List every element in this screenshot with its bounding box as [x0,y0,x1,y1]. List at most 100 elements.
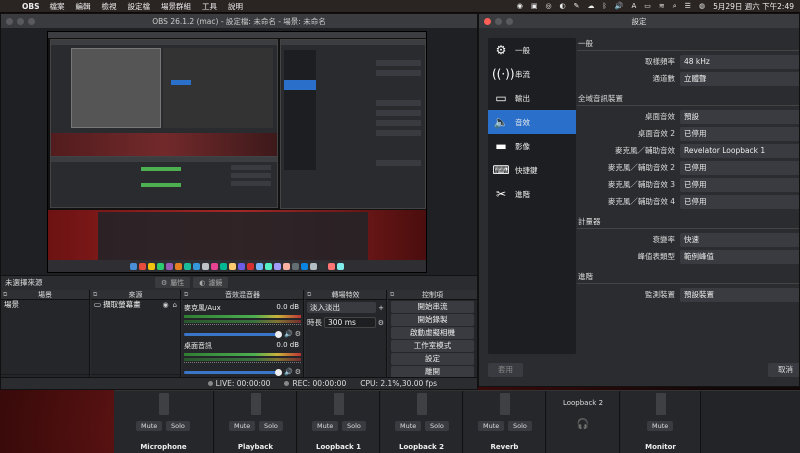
status-icon[interactable]: ✎ [574,2,580,10]
advanced-group: 監測裝置 預設裝置 [577,283,799,303]
source-item[interactable]: ▭ 擷取螢幕畫 ◉ ⌂ [91,300,180,310]
gear-icon[interactable]: ⚙ [295,368,301,376]
menu-help[interactable]: 說明 [228,1,243,12]
menu-profile[interactable]: 設定檔 [128,1,151,12]
bg-channel-loopback-2: Mute Solo Loopback 2 [381,391,463,453]
visibility-icon[interactable]: ◉ [162,300,168,310]
solo-button[interactable]: Solo [342,421,366,431]
bluetooth-icon[interactable]: ᛒ [603,2,607,10]
mute-button[interactable]: Mute [229,421,256,431]
scene-item[interactable]: 場景 [1,300,89,310]
search-icon[interactable]: ⌕ [673,2,677,11]
sidebar-item-advanced[interactable]: ✂ 進階 [488,182,576,206]
lock-icon[interactable]: ⌂ [173,300,177,310]
start-recording-button[interactable]: 開始錄製 [391,314,474,326]
gear-icon[interactable]: ⚙ [295,330,301,338]
channels-select[interactable]: 立體聲 [680,71,799,86]
menu-edit[interactable]: 編輯 [76,1,91,12]
sidebar-item-video[interactable]: ▬ 影像 [488,134,576,158]
volume-meter [184,315,301,318]
solo-button[interactable]: Solo [166,421,190,431]
mute-button[interactable]: Mute [136,421,163,431]
gear-icon: ⚙ [495,43,507,57]
apply-button[interactable]: 套用 [488,363,523,377]
fader[interactable] [251,393,261,415]
input-method-icon[interactable]: A [631,2,636,10]
desktop-audio-select[interactable]: 預設 [680,109,799,124]
cancel-button[interactable]: 取消 [768,363,799,377]
battery-icon[interactable]: ▭ [644,2,651,10]
dock-float-icon[interactable]: ⧉ [307,290,311,300]
menu-tools[interactable]: 工具 [202,1,217,12]
bg-channel-playback: Mute Solo Playback [215,391,297,453]
sidebar-item-label: 串流 [515,69,530,79]
status-icon[interactable]: ◎ [545,2,551,10]
desktop-audio-2-select[interactable]: 已停用 [680,126,799,141]
slider-knob[interactable] [275,368,282,376]
control-center-icon[interactable]: ☰ [685,2,691,10]
status-icon[interactable]: ◐ [560,2,566,10]
status-icon[interactable]: ▣ [531,2,538,10]
dock-float-icon[interactable]: ⧉ [93,290,97,300]
fader[interactable] [500,393,510,415]
menu-view[interactable]: 檢視 [102,1,117,12]
studio-mode-button[interactable]: 工作室模式 [391,340,474,352]
fader[interactable] [334,393,344,415]
menubar-clock[interactable]: 5月29日 週六 下午2:49 [713,1,794,12]
status-icon[interactable]: ◉ [517,2,523,10]
decay-rate-select[interactable]: 快速 [680,232,799,247]
settings-button[interactable]: 設定 [391,353,474,365]
mic-aux-3-select[interactable]: 已停用 [680,177,799,192]
properties-button[interactable]: ⚙ 屬性 [155,277,191,288]
speaker-icon[interactable]: 🔊 [284,368,293,376]
sidebar-item-general[interactable]: ⚙ 一般 [488,38,576,62]
duration-input[interactable]: 300 ms [324,317,376,328]
filters-button[interactable]: ◐ 濾鏡 [193,277,229,288]
preview-canvas[interactable] [47,31,427,273]
slider-knob[interactable] [275,330,282,338]
mic-aux-select[interactable]: Revelator Loopback 1 [680,143,799,158]
fader[interactable] [417,393,427,415]
wifi-icon[interactable]: ≋ [659,2,665,10]
sources-dock: ⧉來源 ▭ 擷取螢幕畫 ◉⌂ + − ⚙ ⌃ ⌄ [91,290,181,388]
sidebar-item-audio[interactable]: 🔈 音效 [488,110,576,134]
peak-meter-type-select[interactable]: 範例峰值 [680,249,799,264]
menu-scene-collection[interactable]: 場景群組 [161,1,191,12]
volume-slider[interactable] [184,368,282,376]
obs-title-bar: OBS 26.1.2 (mac) - 設定檔: 未命名 - 場景: 未命名 [1,14,477,28]
sidebar-item-output[interactable]: ▭ 輸出 [488,86,576,110]
fader[interactable] [159,393,169,415]
transition-select[interactable]: 淡入淡出 [307,302,377,313]
fader[interactable] [656,393,666,415]
mute-button[interactable]: Mute [312,421,339,431]
sample-rate-select[interactable]: 48 kHz [680,54,799,69]
solo-button[interactable]: Solo [259,421,283,431]
sidebar-item-hotkeys[interactable]: ⌨ 快捷鍵 [488,158,576,182]
add-icon[interactable]: + [378,304,384,312]
mute-button[interactable]: Mute [647,421,674,431]
mute-button[interactable]: Mute [395,421,422,431]
mute-button[interactable]: Mute [478,421,505,431]
mic-aux-2-select[interactable]: 已停用 [680,160,799,175]
dock-float-icon[interactable]: ⧉ [184,290,188,300]
dock-float-icon[interactable]: ⧉ [390,290,394,300]
solo-button[interactable]: Solo [508,421,532,431]
rec-status: REC: 00:00:00 [284,379,346,388]
menu-file[interactable]: 檔案 [50,1,65,12]
start-virtual-camera-button[interactable]: 啟動虛擬相機 [391,327,474,339]
start-streaming-button[interactable]: 開始串流 [391,301,474,313]
mic-aux-4-select[interactable]: 已停用 [680,194,799,209]
status-icon[interactable]: ☁ [588,2,595,10]
speaker-icon[interactable]: 🔊 [284,330,293,338]
menu-app-name[interactable]: OBS [22,2,40,11]
monitoring-device-select[interactable]: 預設裝置 [680,287,799,302]
dock-float-icon[interactable]: ⧉ [3,290,7,300]
group-title-meters: 計量器 [578,217,601,226]
sidebar-item-label: 快捷鍵 [515,165,538,175]
sidebar-item-stream[interactable]: ((·)) 串流 [488,62,576,86]
volume-icon[interactable]: 🔊 [615,2,624,10]
solo-button[interactable]: Solo [425,421,449,431]
gear-icon[interactable]: ⚙ [378,319,384,327]
siri-icon[interactable]: ◍ [699,2,705,10]
volume-slider[interactable] [184,330,282,338]
